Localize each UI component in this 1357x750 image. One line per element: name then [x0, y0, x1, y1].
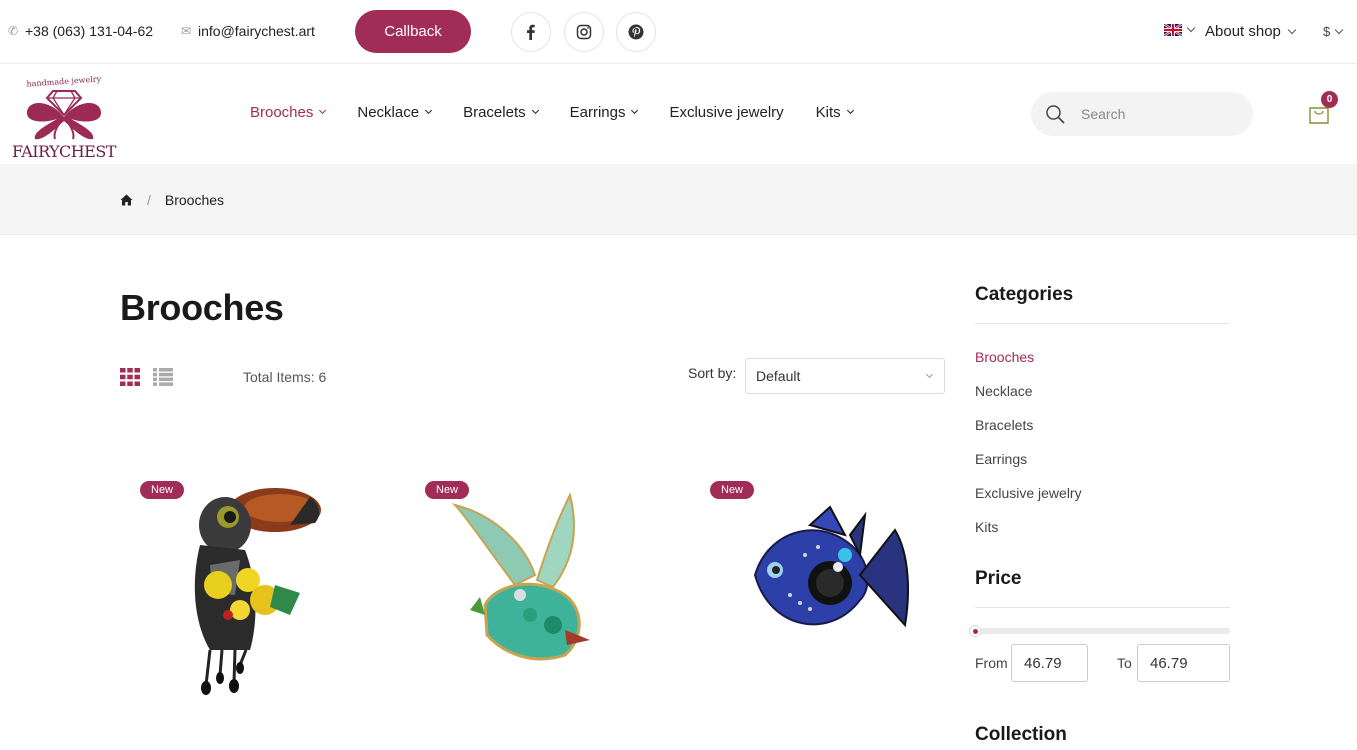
email-link[interactable]: ✉ info@fairychest.art — [181, 23, 315, 39]
chevron-down-icon — [531, 106, 539, 115]
facebook-icon[interactable] — [511, 12, 551, 52]
price-to-label: To — [1117, 655, 1132, 671]
price-to-input[interactable] — [1137, 644, 1230, 682]
breadcrumb-separator: / — [147, 192, 151, 208]
phone-number: +38 (063) 131-04-62 — [25, 23, 154, 39]
language-selector[interactable] — [1164, 23, 1196, 36]
category-link-earrings[interactable]: Earrings — [975, 451, 1027, 467]
total-items: Total Items: 6 — [243, 369, 327, 385]
chevron-down-icon — [425, 106, 433, 115]
nav-item-bracelets[interactable]: Bracelets — [463, 104, 539, 121]
phone-icon: ✆ — [8, 24, 19, 38]
product-card[interactable]: New — [710, 475, 940, 715]
about-shop-menu[interactable]: About shop — [1205, 23, 1297, 40]
chevron-down-icon — [631, 106, 639, 115]
sort-select[interactable]: Default — [745, 358, 945, 394]
price-heading: Price — [975, 568, 1022, 589]
nav-item-exclusive-jewelry[interactable]: Exclusive jewelry — [669, 104, 783, 121]
chevron-down-icon — [925, 370, 934, 378]
product-card[interactable]: New — [140, 475, 370, 715]
nav-label: Brooches — [250, 104, 314, 121]
instagram-icon[interactable] — [564, 12, 604, 52]
sort-value: Default — [756, 368, 801, 384]
nav-item-earrings[interactable]: Earrings — [569, 104, 639, 121]
product-image[interactable] — [710, 475, 940, 705]
search-icon[interactable] — [1045, 104, 1065, 124]
currency-selector[interactable]: $ — [1323, 24, 1344, 39]
about-shop-label: About shop — [1205, 23, 1281, 40]
nav-label: Kits — [815, 104, 841, 121]
divider — [975, 323, 1230, 324]
breadcrumb: / Brooches — [120, 192, 224, 208]
page-title: Brooches — [120, 287, 284, 328]
chevron-down-icon — [846, 106, 854, 115]
mail-icon: ✉ — [181, 24, 192, 38]
search-input[interactable] — [1081, 106, 1231, 122]
search-box — [1031, 92, 1253, 136]
nav-label: Necklace — [357, 104, 420, 121]
collection-heading: Collection — [975, 724, 1067, 745]
new-badge: New — [425, 481, 470, 499]
nav-label: Earrings — [569, 104, 626, 121]
logo-text: FAIRYCHEST — [12, 142, 117, 161]
price-slider-handle[interactable] — [969, 625, 981, 637]
phone-link[interactable]: ✆ +38 (063) 131-04-62 — [8, 23, 153, 39]
pinterest-icon[interactable] — [616, 12, 656, 52]
main-header: handmade jewelry FAIRYCHEST Brooches Nec… — [0, 64, 1357, 164]
category-link-bracelets[interactable]: Bracelets — [975, 417, 1033, 433]
main-nav: Brooches Necklace Bracelets Earrings Exc… — [250, 104, 885, 121]
category-link-kits[interactable]: Kits — [975, 519, 998, 535]
callback-button[interactable]: Callback — [355, 10, 471, 53]
nav-item-kits[interactable]: Kits — [815, 104, 854, 121]
price-from-input[interactable] — [1011, 644, 1088, 682]
email-address: info@fairychest.art — [198, 23, 315, 39]
sort-label: Sort by: — [688, 365, 737, 381]
product-image[interactable] — [140, 475, 370, 705]
nav-item-necklace[interactable]: Necklace — [357, 104, 433, 121]
breadcrumb-bar: / Brooches — [0, 164, 1357, 235]
categories-heading: Categories — [975, 284, 1074, 305]
new-badge: New — [710, 481, 755, 499]
uk-flag-icon — [1164, 24, 1182, 36]
product-card[interactable]: New — [425, 475, 655, 715]
chevron-down-icon — [1287, 25, 1297, 34]
divider — [975, 607, 1230, 608]
logo-tagline: handmade jewelry — [26, 74, 102, 88]
category-link-brooches[interactable]: Brooches — [975, 349, 1034, 365]
category-link-necklace[interactable]: Necklace — [975, 383, 1033, 399]
chevron-down-icon — [1334, 25, 1344, 34]
nav-item-brooches[interactable]: Brooches — [250, 104, 327, 121]
new-badge: New — [140, 481, 185, 499]
nav-label: Exclusive jewelry — [669, 104, 784, 121]
top-bar: ✆ +38 (063) 131-04-62 ✉ info@fairychest.… — [0, 0, 1357, 64]
fairychest-logo[interactable]: handmade jewelry FAIRYCHEST — [5, 69, 123, 161]
breadcrumb-current: Brooches — [164, 192, 225, 208]
price-from-label: From — [975, 655, 1008, 671]
currency-label: $ — [1323, 24, 1331, 39]
list-view-icon[interactable] — [153, 368, 173, 386]
cart-count-badge: 0 — [1321, 91, 1338, 108]
product-image[interactable] — [425, 475, 655, 705]
grid-view-icon[interactable] — [120, 368, 140, 386]
category-link-exclusive-jewelry[interactable]: Exclusive jewelry — [975, 485, 1082, 501]
price-slider-track[interactable] — [975, 628, 1230, 634]
chevron-down-icon — [1186, 23, 1196, 33]
home-icon[interactable] — [120, 194, 133, 206]
chevron-down-icon — [319, 106, 327, 115]
nav-label: Bracelets — [463, 104, 526, 121]
